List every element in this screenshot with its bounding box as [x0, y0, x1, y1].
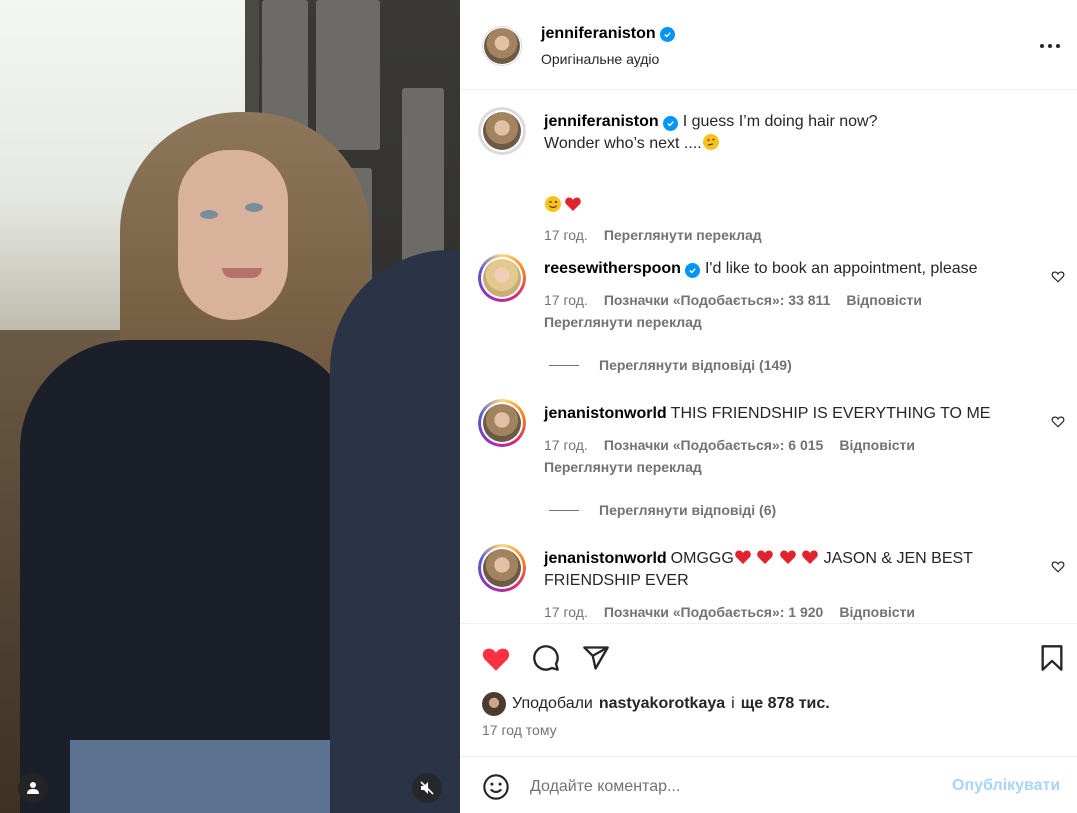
verified-badge-icon — [659, 26, 675, 42]
comment-likes-count[interactable]: Позначки «Подобається»: 1 920 — [604, 604, 824, 620]
liked-by-summary[interactable]: Уподобали nastyakorotkaya і ще 878 тис. — [482, 692, 830, 716]
original-audio-link[interactable]: Оригінальне аудіо — [541, 51, 659, 67]
foreground-shoulder — [330, 250, 460, 813]
liked-by-user[interactable]: nastyakorotkaya — [599, 695, 725, 713]
red-heart-icon — [802, 550, 818, 564]
comment-avatar[interactable] — [478, 544, 526, 592]
comment-like-button[interactable] — [1050, 558, 1066, 574]
comment-text: THIS FRIENDSHIP IS EVERYTHING TO ME — [670, 405, 991, 422]
post-media[interactable] — [0, 0, 460, 813]
verified-badge-icon — [662, 116, 678, 131]
comment-text: I'd like to book an appointment, please — [704, 260, 978, 277]
more-options-button[interactable] — [1038, 34, 1062, 58]
comment-icon — [533, 645, 559, 671]
add-comment-bar: Опублікувати — [460, 757, 1077, 813]
comment-translate-link[interactable]: Переглянути переклад — [544, 459, 702, 475]
liked-by-mid: і — [731, 695, 735, 712]
person-face — [178, 150, 288, 320]
red-heart-icon — [757, 550, 774, 564]
heart-outline-icon — [1051, 416, 1065, 428]
caption-line-1: I guess I’m doing hair now? — [682, 113, 878, 130]
comment-likes-count[interactable]: Позначки «Подобається»: 6 015 — [604, 437, 824, 453]
like-button[interactable] — [480, 642, 512, 674]
caption-time: 17 год. — [544, 227, 588, 243]
comment-button[interactable] — [530, 642, 562, 674]
caption-translate-link[interactable]: Переглянути переклад — [604, 227, 762, 243]
caption-line-2: Wonder who’s next .... — [544, 135, 702, 152]
comment-text-start: OMGGG — [670, 550, 734, 567]
heart-outline-icon — [1051, 271, 1065, 283]
caption-emojis — [544, 195, 582, 213]
caption-avatar[interactable] — [478, 107, 526, 155]
thinking-face-icon — [702, 134, 719, 150]
liked-by-prefix: Уподобали — [512, 695, 593, 712]
post-details-panel: jenniferaniston Оригінальне аудіо jennif… — [460, 0, 1077, 813]
speaker-muted-icon — [420, 781, 434, 795]
winking-face-icon — [545, 196, 561, 212]
publish-button[interactable]: Опублікувати — [952, 777, 1060, 795]
red-heart-icon — [734, 550, 751, 564]
person-icon — [27, 782, 39, 794]
save-button[interactable] — [1036, 642, 1068, 674]
post-header: jenniferaniston Оригінальне аудіо — [460, 0, 1077, 90]
tagged-users-button[interactable] — [18, 773, 48, 803]
view-replies-label: Переглянути відповіді (6) — [599, 502, 777, 518]
liked-by-count[interactable]: ще 878 тис. — [741, 695, 830, 713]
heart-filled-icon — [482, 648, 510, 671]
post-actions: Уподобали nastyakorotkaya і ще 878 тис. … — [460, 623, 1077, 757]
heart-outline-icon — [1051, 561, 1065, 573]
author-username[interactable]: jenniferaniston — [541, 25, 656, 43]
caption-username[interactable]: jenniferaniston — [544, 113, 659, 130]
emoji-picker-button[interactable] — [482, 773, 510, 801]
more-horizontal-icon — [1040, 44, 1060, 48]
view-replies-button[interactable]: Переглянути відповіді (149) — [549, 357, 792, 373]
comment-username[interactable]: reesewitherspoon — [544, 260, 681, 277]
author-avatar[interactable] — [482, 26, 522, 66]
comment-time: 17 год. — [544, 604, 588, 620]
liker-avatar — [482, 692, 506, 716]
verified-badge-icon — [684, 263, 700, 278]
comment-translate-link[interactable]: Переглянути переклад — [544, 314, 702, 330]
comments-list[interactable]: jenniferaniston I guess I’m doing hair no… — [460, 91, 1077, 623]
comment-username[interactable]: jenanistonworld — [544, 550, 667, 567]
comment-like-button[interactable] — [1050, 268, 1066, 284]
view-replies-label: Переглянути відповіді (149) — [599, 357, 792, 373]
send-icon — [583, 646, 609, 670]
comment-avatar[interactable] — [478, 254, 526, 302]
comment-avatar[interactable] — [478, 399, 526, 447]
view-replies-button[interactable]: Переглянути відповіді (6) — [549, 502, 776, 518]
reply-button[interactable]: Відповісти — [839, 437, 915, 453]
share-button[interactable] — [580, 642, 612, 674]
red-heart-icon — [565, 197, 581, 211]
smiley-icon — [483, 774, 509, 800]
reply-button[interactable]: Відповісти — [839, 604, 915, 620]
bookmark-icon — [1041, 645, 1063, 671]
comment-time: 17 год. — [544, 437, 588, 453]
comment-input[interactable] — [530, 773, 930, 801]
comment-time: 17 год. — [544, 292, 588, 308]
red-heart-icon — [779, 550, 796, 564]
comment-like-button[interactable] — [1050, 413, 1066, 429]
comment-likes-count[interactable]: Позначки «Подобається»: 33 811 — [604, 292, 831, 308]
post-timestamp: 17 год тому — [482, 722, 557, 738]
reply-button[interactable]: Відповісти — [846, 292, 922, 308]
mute-button[interactable] — [412, 773, 442, 803]
comment-username[interactable]: jenanistonworld — [544, 405, 667, 422]
